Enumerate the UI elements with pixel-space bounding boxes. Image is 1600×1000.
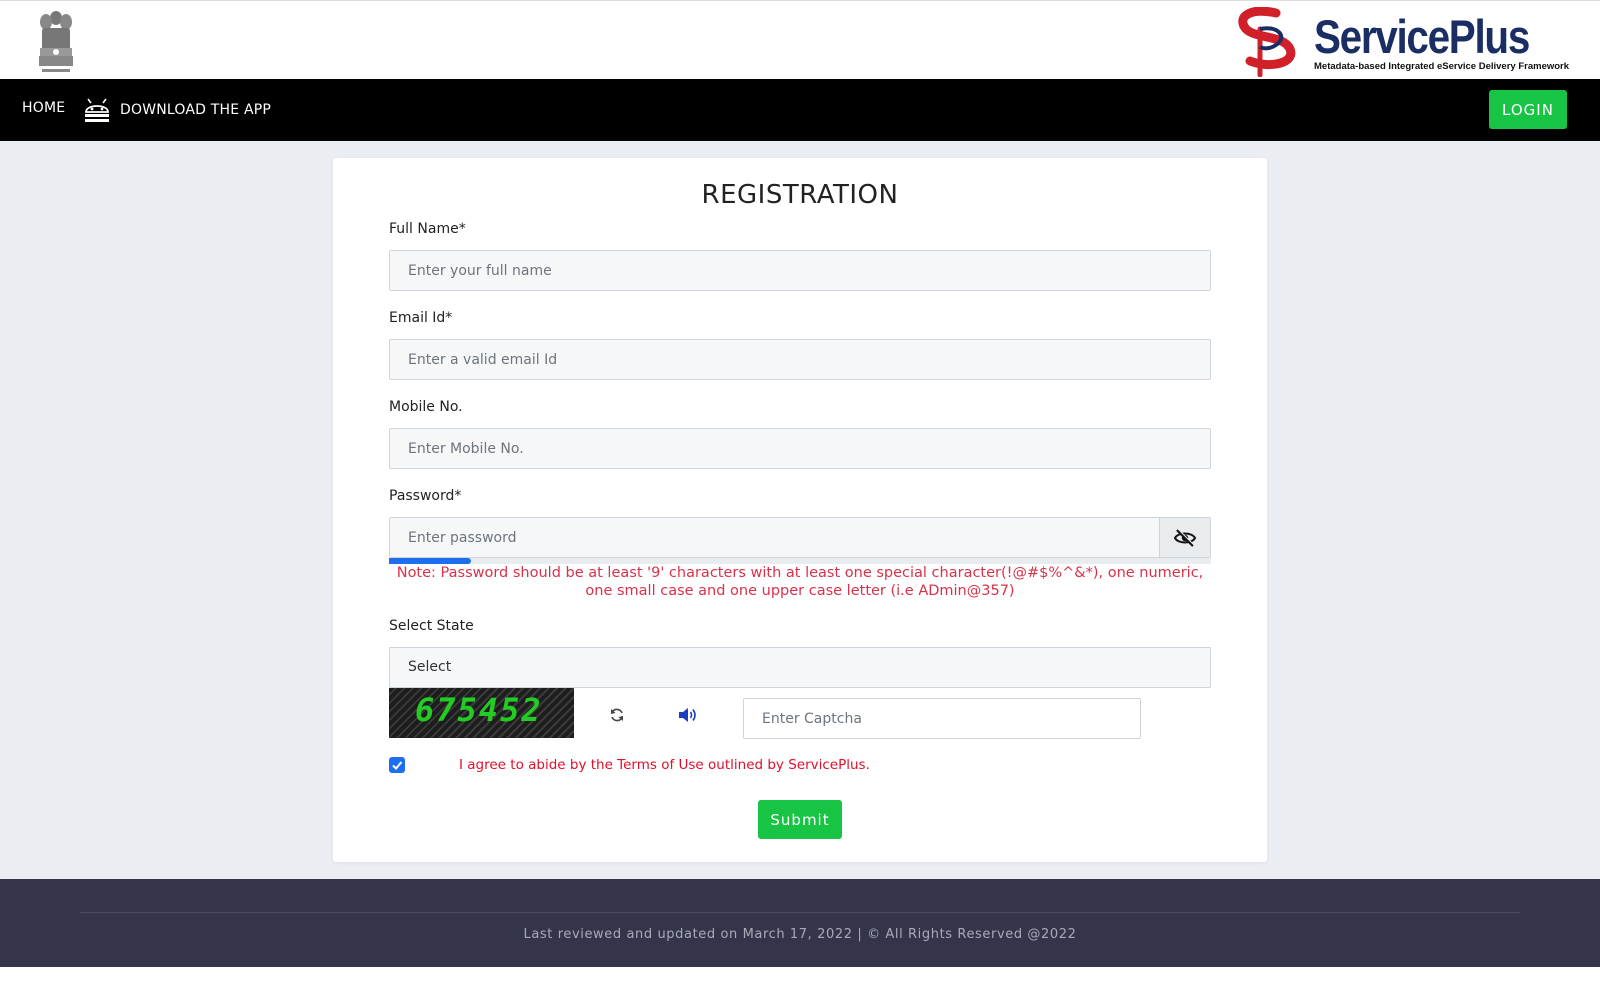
agree-terms-text[interactable]: I agree to abide by the Terms of Use out… — [459, 757, 870, 773]
eye-slash-icon — [1173, 528, 1197, 547]
state-label: Select State — [389, 618, 474, 634]
android-icon — [85, 98, 109, 122]
state-select[interactable]: Select — [389, 647, 1211, 688]
password-note: Note: Password should be at least '9' ch… — [396, 565, 1204, 599]
serviceplus-logo-icon — [1238, 7, 1296, 77]
captcha-code: 675452 — [415, 691, 543, 729]
navbar: HOME DOWNLOAD THE APP LOGIN — [0, 79, 1600, 141]
national-emblem-icon — [34, 8, 78, 76]
agree-checkbox[interactable] — [389, 757, 405, 773]
full-name-input[interactable] — [389, 250, 1211, 291]
check-icon — [392, 761, 403, 770]
email-input[interactable] — [389, 339, 1211, 380]
nav-download-app-label: DOWNLOAD THE APP — [120, 102, 272, 118]
login-button[interactable]: LOGIN — [1489, 90, 1567, 129]
registration-card: REGISTRATION Full Name* Email Id* Mobile… — [333, 158, 1267, 862]
volume-icon[interactable] — [678, 706, 698, 724]
brand-name: ServicePlus — [1314, 10, 1530, 63]
email-label: Email Id* — [389, 310, 453, 326]
brand-tagline: Metadata-based Integrated eService Deliv… — [1314, 61, 1570, 72]
password-label: Password* — [389, 488, 462, 504]
mobile-label: Mobile No. — [389, 399, 463, 415]
captcha-image: 675452 — [389, 688, 574, 738]
mobile-input[interactable] — [389, 428, 1211, 469]
footer-divider — [80, 912, 1520, 913]
footer-text: Last reviewed and updated on March 17, 2… — [523, 927, 1077, 942]
submit-button[interactable]: Submit — [758, 800, 842, 839]
top-header: ServicePlus Metadata-based Integrated eS… — [0, 0, 1600, 79]
footer: Last reviewed and updated on March 17, 2… — [0, 879, 1600, 967]
captcha-input[interactable] — [743, 698, 1141, 739]
nav-download-app-link[interactable]: DOWNLOAD THE APP — [82, 94, 271, 126]
page-title: REGISTRATION — [701, 180, 899, 210]
password-group — [389, 517, 1211, 558]
refresh-icon[interactable] — [609, 707, 625, 723]
brand-logo[interactable]: ServicePlus Metadata-based Integrated eS… — [1230, 7, 1570, 77]
nav-home-link[interactable]: HOME — [22, 100, 65, 116]
password-input[interactable] — [389, 517, 1160, 558]
toggle-password-button[interactable] — [1159, 517, 1211, 558]
full-name-label: Full Name* — [389, 221, 466, 237]
